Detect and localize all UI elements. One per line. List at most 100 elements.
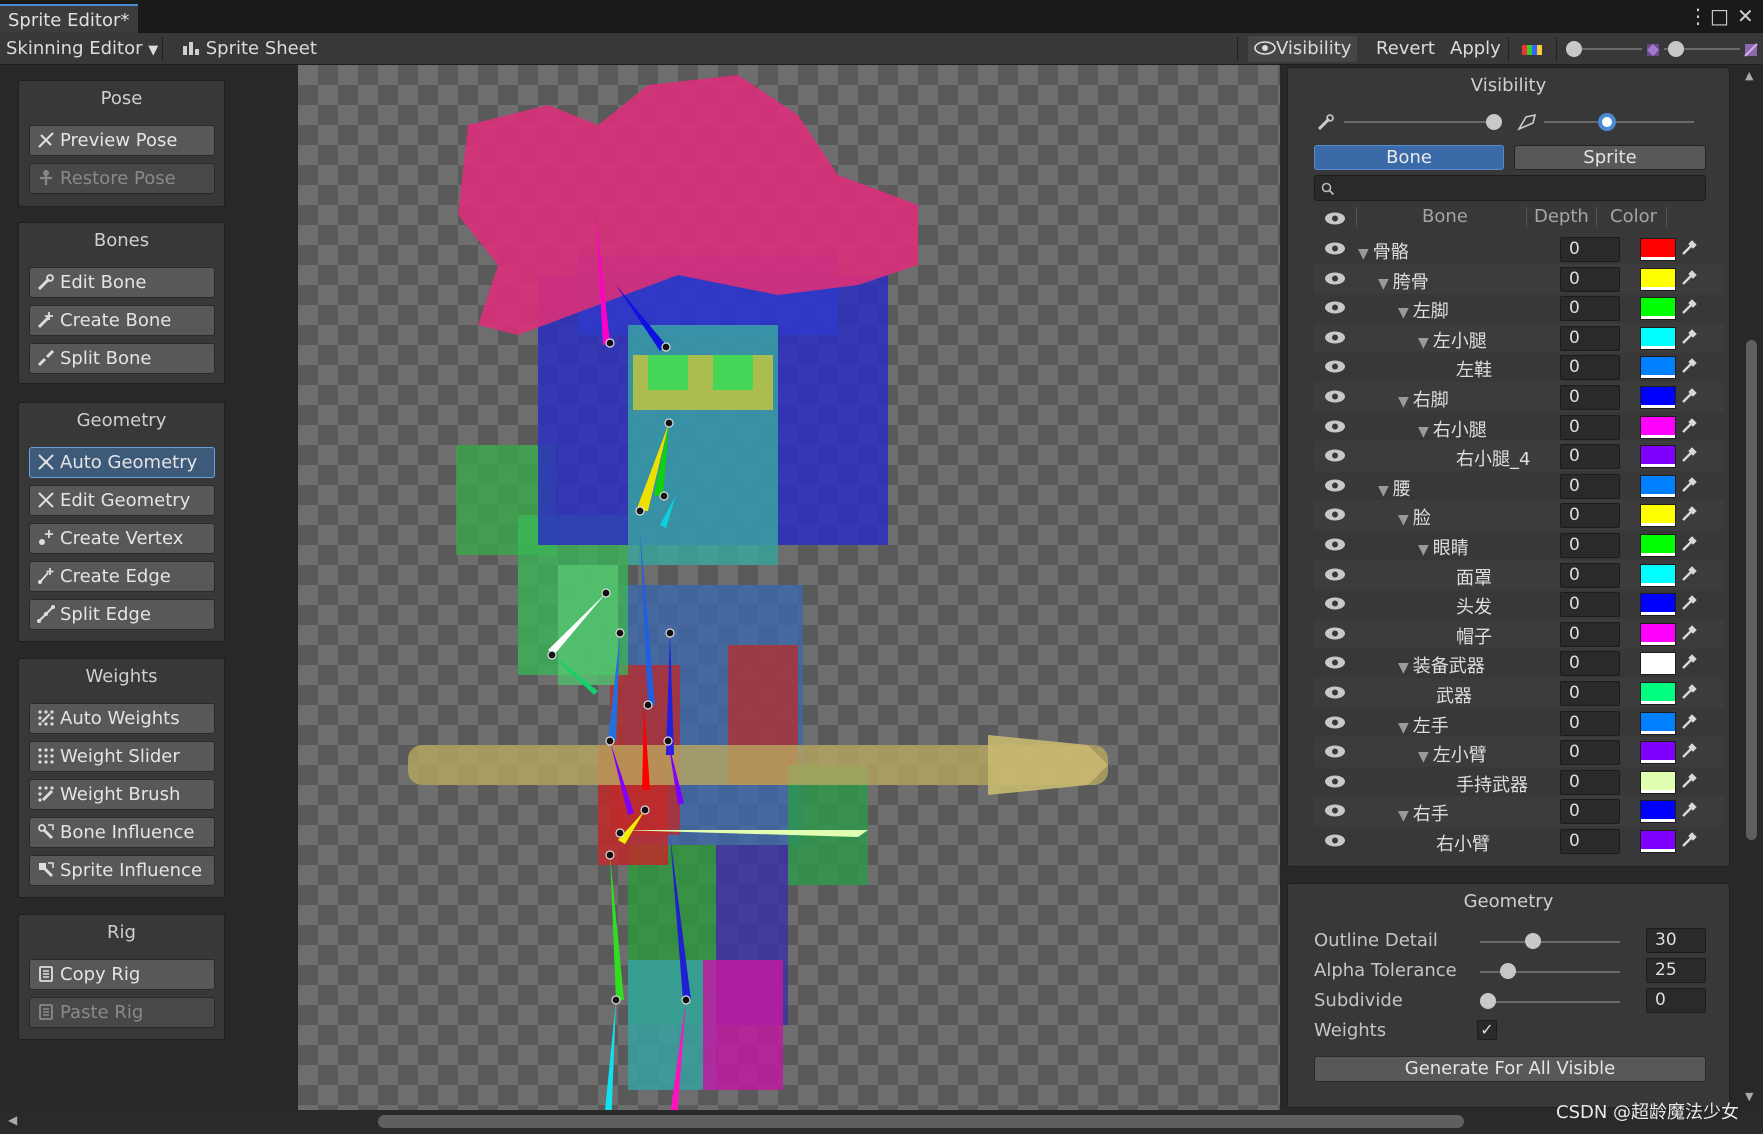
- bone-row[interactable]: ▼ 右手 0: [1314, 796, 1724, 827]
- bone-depth-field[interactable]: 0: [1560, 533, 1620, 558]
- eyedropper-icon[interactable]: [1679, 712, 1699, 732]
- eye-icon[interactable]: [1324, 241, 1346, 256]
- bone-search-input[interactable]: [1315, 176, 1705, 200]
- sprite-tab[interactable]: Sprite: [1514, 145, 1706, 170]
- eyedropper-icon[interactable]: [1679, 593, 1699, 613]
- bone-row[interactable]: ▼ 骨骼 0: [1314, 234, 1724, 264]
- bone-color-swatch[interactable]: [1640, 652, 1676, 676]
- bone-color-swatch[interactable]: [1640, 711, 1676, 735]
- bone-color-swatch[interactable]: [1640, 800, 1676, 824]
- sprite-opacity-track[interactable]: [1544, 121, 1694, 123]
- bone-row[interactable]: 头发 0: [1314, 589, 1724, 619]
- expand-arrow-icon[interactable]: ▼: [1398, 720, 1409, 736]
- bone-depth-field[interactable]: 0: [1560, 355, 1620, 381]
- eye-icon[interactable]: [1324, 330, 1346, 345]
- eyedropper-icon[interactable]: [1679, 564, 1699, 584]
- expand-arrow-icon[interactable]: ▼: [1418, 542, 1429, 558]
- bone-color-swatch[interactable]: [1640, 504, 1676, 528]
- bone-color-swatch[interactable]: [1640, 297, 1676, 321]
- bone-color-swatch[interactable]: [1640, 326, 1676, 350]
- bone-depth-field[interactable]: 0: [1560, 621, 1620, 647]
- bone-color-swatch[interactable]: [1640, 682, 1676, 705]
- sprite-influence-button[interactable]: Sprite Influence: [29, 855, 215, 886]
- bone-row[interactable]: ▼ 脸 0: [1314, 500, 1724, 531]
- bone-depth-field[interactable]: 0: [1560, 266, 1620, 292]
- eye-icon[interactable]: [1324, 685, 1346, 700]
- bone-color-swatch[interactable]: [1640, 445, 1676, 469]
- eye-icon[interactable]: [1324, 833, 1346, 848]
- weight-slider-button[interactable]: Weight Slider: [29, 741, 215, 772]
- subdivide-knob[interactable]: [1480, 993, 1496, 1009]
- editor-mode-dropdown[interactable]: Skinning Editor ▼: [0, 36, 164, 62]
- bone-depth-field[interactable]: 0: [1560, 237, 1620, 262]
- outline-detail-knob[interactable]: [1524, 933, 1541, 949]
- eyedropper-icon[interactable]: [1679, 238, 1699, 258]
- bone-depth-field[interactable]: 0: [1560, 414, 1620, 440]
- bone-depth-field[interactable]: 0: [1560, 296, 1620, 322]
- vertical-scroll-thumb[interactable]: [1746, 340, 1757, 840]
- eyedropper-icon[interactable]: [1679, 475, 1699, 495]
- expand-arrow-icon[interactable]: ▼: [1398, 512, 1409, 528]
- expand-arrow-icon[interactable]: ▼: [1378, 276, 1389, 292]
- bone-depth-field[interactable]: 0: [1560, 651, 1620, 677]
- alpha-tolerance-field[interactable]: 25: [1646, 958, 1706, 983]
- eyedropper-icon[interactable]: [1679, 416, 1699, 436]
- expand-arrow-icon[interactable]: ▼: [1398, 808, 1409, 824]
- eye-icon[interactable]: [1324, 567, 1346, 582]
- expand-arrow-icon[interactable]: ▼: [1398, 305, 1409, 321]
- eye-icon[interactable]: [1324, 507, 1346, 522]
- eyedropper-icon[interactable]: [1679, 504, 1699, 524]
- horizontal-scrollbar[interactable]: ◀: [0, 1110, 1763, 1134]
- weights-checkbox[interactable]: ✓: [1477, 1020, 1497, 1040]
- eyedropper-icon[interactable]: [1679, 268, 1699, 288]
- bone-search-box[interactable]: [1314, 175, 1706, 201]
- sprite-opacity-knob[interactable]: [1598, 113, 1616, 131]
- alpha-tolerance-knob[interactable]: [1499, 963, 1516, 979]
- sprite-canvas[interactable]: [298, 65, 1280, 1112]
- eyedropper-icon[interactable]: [1679, 741, 1699, 761]
- bone-opacity-knob[interactable]: [1486, 114, 1502, 130]
- bone-row[interactable]: ▼ 左手 0: [1314, 708, 1724, 738]
- expand-arrow-icon[interactable]: ▼: [1398, 660, 1409, 676]
- bone-depth-field[interactable]: 0: [1560, 799, 1620, 825]
- eyedropper-icon[interactable]: [1679, 771, 1699, 791]
- eyedropper-icon[interactable]: [1679, 297, 1699, 317]
- eye-icon[interactable]: [1324, 774, 1346, 789]
- scroll-left-icon[interactable]: ◀: [8, 1113, 17, 1127]
- bone-color-swatch[interactable]: [1640, 386, 1676, 409]
- bone-row[interactable]: ▼ 左脚 0: [1314, 293, 1724, 323]
- visibility-toggle-button[interactable]: Visibility: [1248, 36, 1358, 62]
- eyedropper-icon[interactable]: [1679, 800, 1699, 820]
- eye-icon[interactable]: [1324, 537, 1346, 552]
- bone-depth-field[interactable]: 0: [1560, 740, 1620, 766]
- bone-depth-field[interactable]: 0: [1560, 592, 1620, 618]
- bone-color-swatch[interactable]: [1640, 474, 1676, 498]
- subdivide-track[interactable]: [1480, 1001, 1620, 1003]
- maximize-icon[interactable]: □: [1710, 4, 1729, 28]
- bone-depth-field[interactable]: 0: [1560, 385, 1620, 410]
- horizontal-scroll-thumb[interactable]: [378, 1115, 1464, 1128]
- eye-icon[interactable]: [1324, 271, 1346, 286]
- bone-color-swatch[interactable]: [1640, 356, 1676, 380]
- eye-icon[interactable]: [1324, 300, 1346, 315]
- scroll-up-icon[interactable]: ▲: [1745, 69, 1753, 82]
- close-icon[interactable]: ✕: [1737, 4, 1754, 28]
- eyedropper-icon[interactable]: [1679, 534, 1699, 554]
- eyedropper-icon[interactable]: [1679, 652, 1699, 672]
- revert-button[interactable]: Revert: [1370, 36, 1441, 62]
- restore-pose-button[interactable]: Restore Pose: [29, 163, 215, 194]
- expand-arrow-icon[interactable]: ▼: [1398, 394, 1409, 410]
- eyedropper-icon[interactable]: [1679, 445, 1699, 465]
- eye-icon[interactable]: [1324, 803, 1346, 818]
- expand-arrow-icon[interactable]: ▼: [1358, 246, 1369, 262]
- weight-brush-button[interactable]: Weight Brush: [29, 779, 215, 810]
- scroll-down-icon[interactable]: ▼: [1745, 1090, 1753, 1103]
- bone-opacity-track[interactable]: [1344, 121, 1494, 123]
- bone-row[interactable]: ▼ 胯骨 0: [1314, 263, 1724, 294]
- bone-depth-field[interactable]: 0: [1560, 444, 1620, 470]
- bone-row[interactable]: 右小臂 0: [1314, 826, 1724, 856]
- outline-detail-track[interactable]: [1480, 941, 1620, 943]
- bone-color-swatch[interactable]: [1640, 830, 1676, 853]
- edit-geometry-button[interactable]: Edit Geometry: [29, 485, 215, 516]
- paste-rig-button[interactable]: Paste Rig: [29, 997, 215, 1028]
